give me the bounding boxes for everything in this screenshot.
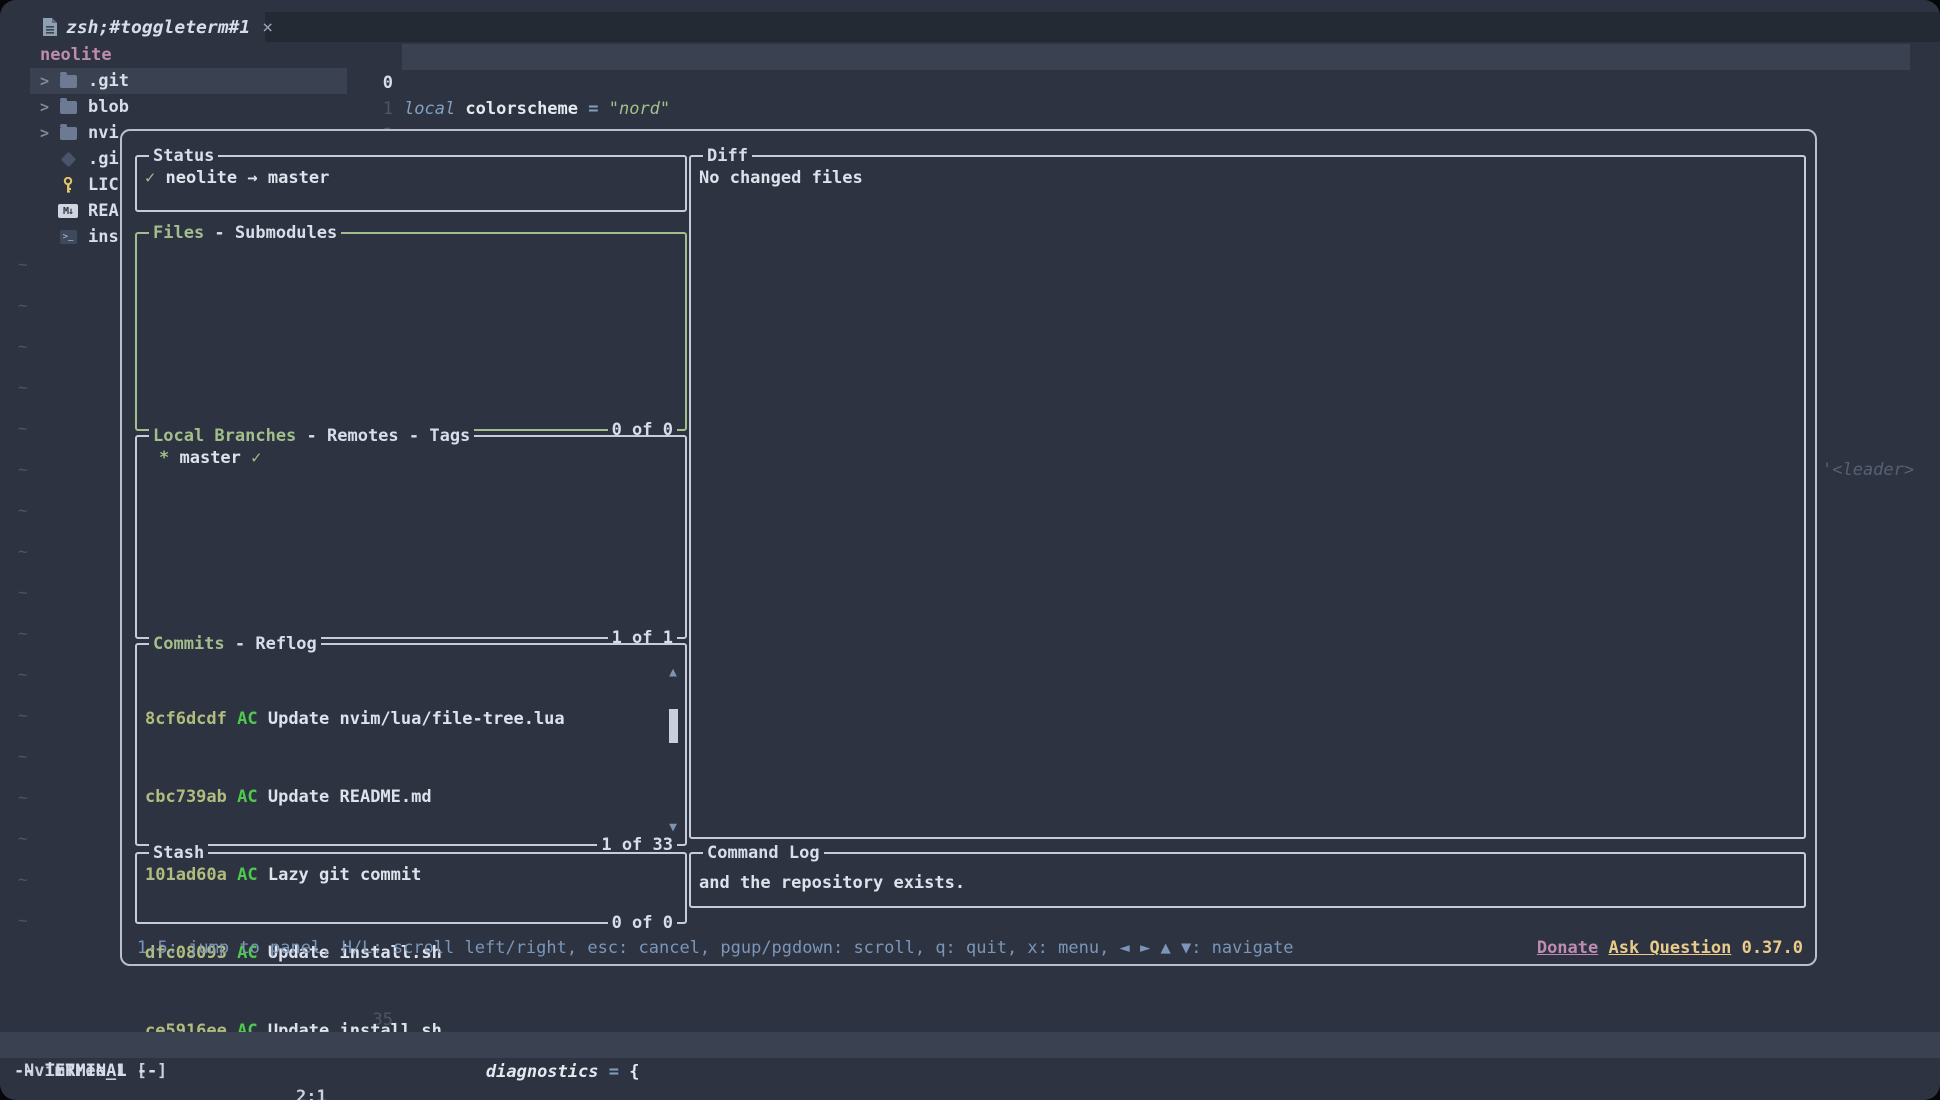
commit-author: AC [237,787,268,807]
tilde: ~ [18,334,28,375]
tilde: ~ [18,744,28,785]
tilde: ~ [18,457,28,498]
tilde: ~ [18,785,28,826]
tilde: ~ [18,293,28,334]
tree-item-label: .gi [88,149,119,169]
diff-content: No changed files [691,157,1804,837]
code-line[interactable]: 2 if colorscheme == "onedark" then [0,96,1940,122]
tree-item-label: ins [88,227,119,247]
terminal-icon: >_ [58,229,78,245]
donate-link[interactable]: Donate [1537,938,1598,958]
check-icon: ✓ [145,168,155,188]
mode-indicator: -- TERMINAL -- [14,1058,157,1084]
code-line[interactable]: 0 local colorscheme = "nord" [0,44,1940,70]
commits-panel[interactable]: Commits - Reflog 8cf6dcdf AC Update nvim… [135,643,687,846]
status-panel[interactable]: Status ✓ neolite → master [135,155,687,212]
tilde: ~ [18,416,28,457]
keybind-help: 1-5: jump to panel, H/L: scroll left/rig… [137,935,1294,961]
stash-panel[interactable]: Stash 0 of 0 [135,852,687,924]
branches-panel[interactable]: Local Branches - Remotes - Tags * master… [135,435,687,639]
repo-name: neolite [166,168,238,188]
check-icon: ✓ [241,448,261,468]
markdown-icon: M↓ [58,203,78,219]
code-line[interactable]: 1 [0,70,1940,96]
commit-hash: cbc739ab [145,787,237,807]
commit-row[interactable]: 8cf6dcdf AC Update nvim/lua/file-tree.lu… [145,706,677,732]
panel-counter: 0 of 0 [608,910,677,936]
tilde: ~ [18,621,28,662]
tilde: ~ [18,580,28,621]
keybind-bar: 1-5: jump to panel, H/L: scroll left/rig… [137,935,1803,961]
commit-message: Update README.md [268,787,432,807]
tilde: ~ [18,908,28,949]
statusline-cursor: 2:1 [296,1084,327,1100]
scroll-thumb[interactable] [669,709,678,743]
files-panel[interactable]: Files - Submodules 0 of 0 [135,232,687,431]
commit-message: Update nvim/lua/file-tree.lua [268,709,565,729]
tilde: ~ [18,826,28,867]
tab-title: zsh;#toggleterm#1 [66,17,250,38]
tilde: ~ [18,662,28,703]
tilde: ~ [18,867,28,908]
tilde: ~ [18,539,28,580]
tilde: ~ [18,252,28,293]
tabline-fill [265,12,1940,42]
tilde: ~ [18,375,28,416]
tree-item-label: LIC [88,175,119,195]
nvim-window: zsh;#toggleterm#1 × neolite > .git > blo… [0,0,1940,1100]
scrollbar[interactable]: ▲ ▼ [665,665,681,836]
lazygit-window: Status ✓ neolite → master Files - Submod… [120,129,1817,966]
tab-close-icon[interactable]: × [262,17,273,38]
panel-title: Stash [149,840,208,866]
branch-row[interactable]: * master ✓ [137,437,685,637]
commit-row[interactable]: abb3506b AC Update README.md [145,1096,677,1100]
command-log-panel[interactable]: Command Log and the repository exists. [689,852,1806,908]
terminal-tab[interactable]: zsh;#toggleterm#1 × [34,12,265,42]
tree-item-label: REA [88,201,119,221]
file-icon [42,17,58,37]
version-label: 0.37.0 [1742,938,1803,958]
ask-question-link[interactable]: Ask Question [1609,938,1732,958]
scroll-up-icon[interactable]: ▲ [665,665,681,681]
branch-name: master [268,168,329,188]
tilde: ~ [18,498,28,539]
statusline: NvimTree_1 [-] 2:1 colorschemes.lua 1:1 [0,1032,1940,1058]
command-log-content: and the repository exists. [691,854,1804,906]
commit-hash: 8cf6dcdf [145,709,237,729]
branch-name: master [179,448,240,468]
tilde-column: ~~~~~~~~~~~~~~~~~ [18,252,28,949]
commit-row[interactable]: cbc739ab AC Update README.md [145,784,677,810]
commit-author: AC [237,709,268,729]
arrow-right-icon: → [247,168,257,188]
key-icon [58,177,78,193]
leader-hint: '<leader> [1822,457,1914,483]
tilde: ~ [18,703,28,744]
current-branch-star: * [159,448,179,468]
tabline: zsh;#toggleterm#1 × [0,12,1940,42]
panel-title: Files - Submodules [149,220,341,246]
diff-panel[interactable]: Diff No changed files [689,155,1806,839]
